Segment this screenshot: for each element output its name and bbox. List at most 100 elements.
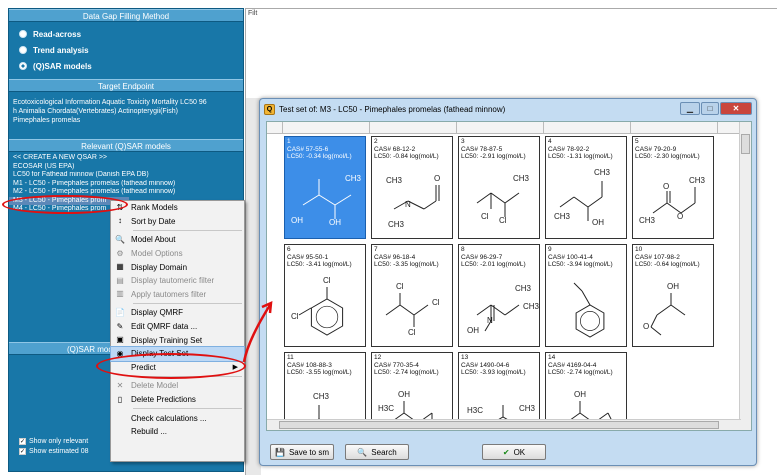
vertical-scrollbar[interactable] — [739, 122, 751, 430]
cell-index: 13 — [461, 354, 469, 361]
options-icon: ⚙ — [116, 248, 124, 258]
lc50-value: LC50: -1.31 log(mol/L) — [548, 153, 613, 160]
scroll-thumb[interactable] — [741, 134, 750, 154]
lc50-value: LC50: -0.84 log(mol/L) — [374, 153, 439, 160]
cas-number: CAS# 68-12-2 — [374, 145, 416, 153]
search-button[interactable]: 🔍 Search — [345, 444, 409, 460]
filter-area: Filt — [245, 8, 777, 98]
structure-cell[interactable]: 10 CAS# 107-98-2 LC50: -0.64 log(mol/L) OH O — [632, 244, 714, 347]
menu-item-rank-models[interactable]: ⇅ Rank Models — [111, 201, 244, 215]
menu-item-display-tautomeric-filter[interactable]: ▤ Display tautomeric filter — [111, 274, 244, 288]
cell-index: 14 — [548, 354, 556, 361]
app-icon: Q — [264, 103, 275, 115]
checkbox-checked-icon: ✓ — [19, 438, 26, 445]
chemical-structure-drawing: CH3 CH3 N OH — [467, 284, 539, 335]
cell-index: 2 — [374, 138, 378, 145]
structure-cell[interactable]: 3 CAS# 78-87-5 LC50: -2.91 log(mol/L) CH3 Cl… — [458, 136, 540, 239]
menu-item-display-qmrf[interactable]: 📄 Display QMRF — [111, 306, 244, 320]
ok-button[interactable]: ✔ OK — [482, 444, 546, 460]
target-endpoint-header: Target Endpoint — [9, 79, 243, 92]
menu-item-label: Edit QMRF data ... — [131, 322, 198, 332]
atom-label: OH — [592, 218, 604, 227]
atom-label: O — [434, 174, 440, 183]
cas-number: CAS# 79-20-9 — [635, 145, 677, 153]
menu-item-label: Sort by Date — [131, 216, 176, 226]
cell-index: 10 — [635, 246, 643, 253]
menu-item-delete-model[interactable]: ✕ Delete Model — [111, 379, 244, 393]
maximize-button[interactable]: □ — [701, 102, 719, 115]
menu-item-sort-by-date[interactable]: ↕ Sort by Date — [111, 215, 244, 229]
menu-item-rebuild[interactable]: Rebuild ... — [111, 425, 244, 439]
radio-read-across[interactable]: Read-across — [9, 26, 243, 42]
chemical-structure-drawing: Cl Cl — [291, 276, 344, 336]
window-title: Test set of: M3 - LC50 - Pimephales prom… — [279, 104, 506, 114]
menu-separator — [133, 230, 242, 232]
annotation-ellipse-menu — [96, 353, 246, 379]
cell-index: 11 — [287, 354, 294, 361]
atom-label: CH3 — [388, 220, 405, 229]
lc50-value: LC50: -3.35 log(mol/L) — [374, 261, 439, 268]
horizontal-scrollbar[interactable] — [267, 419, 741, 430]
save-icon: 💾 — [275, 447, 285, 457]
model-item[interactable]: ECOSAR (US EPA) — [9, 163, 243, 172]
menu-item-model-about[interactable]: 🔍 Model About — [111, 233, 244, 247]
atom-label: H3C — [467, 406, 483, 415]
menu-item-display-domain[interactable]: ▦ Display Domain — [111, 260, 244, 274]
atom-label: H3C — [378, 404, 394, 413]
domain-icon: ▦ — [116, 262, 124, 272]
minimize-button[interactable]: ▁ — [680, 102, 700, 115]
menu-item-label: Display tautomeric filter — [131, 276, 215, 286]
structure-cell[interactable]: 4 CAS# 78-92-2 LC50: -1.31 log(mol/L) CH3 CH… — [545, 136, 627, 239]
lc50-value: LC50: -3.41 log(mol/L) — [287, 261, 352, 268]
cas-number: CAS# 95-50-1 — [287, 253, 329, 261]
structure-cell[interactable]: 6 CAS# 95-50-1 LC50: -3.41 log(mol/L) Cl Cl — [284, 244, 366, 347]
atom-label: CH3 — [594, 168, 611, 177]
structure-cell[interactable]: 2 CAS# 68-12-2 LC50: -0.84 log(mol/L) CH3 N C… — [371, 136, 453, 239]
scroll-thumb[interactable] — [279, 421, 719, 429]
chemical-structure-drawing: CH3 Cl Cl — [476, 174, 530, 225]
radio-trend-analysis[interactable]: Trend analysis — [9, 42, 243, 58]
lc50-value: LC50: -3.94 log(mol/L) — [548, 261, 613, 268]
lc50-value: LC50: -3.93 log(mol/L) — [461, 369, 526, 376]
atom-label: Cl — [323, 276, 331, 285]
chemical-structure-drawing: CH3 N CH3 O — [386, 174, 440, 229]
page-icon: ▯ — [117, 394, 123, 404]
relevant-models-header: Relevant (Q)SAR models — [9, 139, 243, 152]
filter-label: Filt — [248, 10, 258, 17]
lc50-value: LC50: -3.55 log(mol/L) — [287, 369, 352, 376]
cas-number: CAS# 770-35-4 — [374, 361, 419, 369]
model-item[interactable]: M1 - LC50 - Pimephales promelas (fathead… — [9, 180, 243, 189]
edit-icon: ✎ — [116, 321, 124, 331]
cas-number: CAS# 96-29-7 — [461, 253, 503, 261]
atom-label: O — [643, 322, 649, 331]
cas-number: CAS# 96-18-4 — [374, 253, 416, 261]
menu-item-label: Rebuild ... — [131, 427, 168, 437]
structure-cell-selected[interactable]: 1 CAS# 57-55-6 LC50: -0.34 log(mol/L) CH3 OH… — [284, 136, 366, 239]
model-item[interactable]: LC50 for Fathead minnow (Danish EPA DB) — [9, 171, 243, 180]
menu-item-model-options[interactable]: ⚙ Model Options — [111, 247, 244, 261]
atom-label: CH3 — [519, 404, 536, 413]
menu-item-label: Delete Predictions — [131, 395, 196, 405]
radio-qsar-models[interactable]: (Q)SAR models — [9, 58, 243, 74]
lc50-value: LC50: -2.74 log(mol/L) — [548, 369, 613, 376]
target-line: Ecotoxicological Information Aquatic Tox… — [13, 99, 207, 106]
menu-item-display-training-set[interactable]: ▣ Display Training Set — [111, 333, 244, 347]
cas-number: CAS# 4169-04-4 — [548, 361, 597, 369]
structure-cell[interactable]: 9 CAS# 100-41-4 LC50: -3.94 log(mol/L) — [545, 244, 627, 347]
structure-cell[interactable]: 8 CAS# 96-29-7 LC50: -2.01 log(mol/L) CH3 CH… — [458, 244, 540, 347]
radio-icon — [19, 46, 27, 54]
gap-method-header: Data Gap Filling Method — [9, 9, 243, 22]
structure-cell[interactable]: 7 CAS# 96-18-4 LC50: -3.35 log(mol/L) Cl Cl C… — [371, 244, 453, 347]
menu-item-edit-qmrf-data[interactable]: ✎ Edit QMRF data ... — [111, 320, 244, 334]
cell-index: 7 — [374, 246, 378, 253]
save-button[interactable]: 💾 Save to sm — [270, 444, 334, 460]
menu-item-label: Delete Model — [131, 381, 179, 391]
checkbox-checked-icon: ✓ — [19, 448, 26, 455]
cas-number: CAS# 78-92-2 — [548, 145, 590, 153]
close-button[interactable]: ✕ — [720, 102, 752, 115]
model-item[interactable]: << CREATE A NEW QSAR >> — [9, 154, 243, 163]
menu-item-apply-tautomers-filter[interactable]: ▥ Apply tautomers filter — [111, 288, 244, 302]
menu-item-check-calculations[interactable]: Check calculations ... — [111, 411, 244, 425]
menu-item-delete-predictions[interactable]: ▯ Delete Predictions — [111, 393, 244, 407]
structure-cell[interactable]: 5 CAS# 79-20-9 LC50: -2.30 log(mol/L) CH3 O O… — [632, 136, 714, 239]
